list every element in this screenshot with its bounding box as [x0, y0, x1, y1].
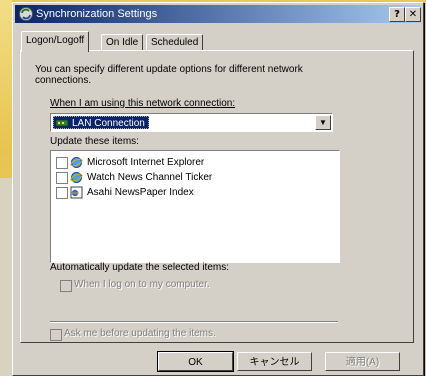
- ask-before-option[interactable]: Ask me before updating the items.: [50, 328, 250, 342]
- ok-button[interactable]: OK: [157, 351, 234, 372]
- item-label: Watch News Channel Ticker: [87, 172, 213, 183]
- tab-on-idle[interactable]: On Idle: [101, 34, 144, 51]
- intro-text-line1: You can specify different update options…: [35, 64, 303, 75]
- title-bar[interactable]: Synchronization Settings ? ✕: [15, 5, 421, 23]
- sync-icon: [19, 7, 33, 21]
- connection-value: LAN Connection: [72, 118, 145, 129]
- item-checkbox[interactable]: [56, 157, 68, 169]
- logon-update-option[interactable]: When I log on to my computer.: [60, 279, 260, 293]
- help-button[interactable]: ?: [389, 7, 405, 22]
- tab-scheduled[interactable]: Scheduled: [146, 34, 204, 51]
- separator: [50, 321, 338, 323]
- web-page-icon: [70, 186, 83, 199]
- tab-logon-logoff[interactable]: Logon/Logoff: [21, 31, 90, 52]
- intro-text-line2: connections.: [35, 75, 92, 86]
- close-button[interactable]: ✕: [405, 7, 421, 22]
- ask-before-checkbox[interactable]: [50, 329, 62, 341]
- item-checkbox[interactable]: [56, 187, 68, 199]
- ask-before-label: Ask me before updating the items.: [64, 328, 216, 339]
- synchronization-settings-dialog: Synchronization Settings ? ✕ Logon/Logof…: [12, 2, 424, 376]
- update-items-list[interactable]: Microsoft Internet Explorer Watch News C…: [50, 150, 340, 263]
- apply-button[interactable]: 適用(A): [325, 352, 400, 371]
- selected-connection: LAN Connection: [53, 116, 149, 129]
- item-label: Asahi NewsPaper Index: [87, 187, 194, 198]
- internet-explorer-icon: [70, 157, 83, 168]
- window-title: Synchronization Settings: [36, 8, 158, 20]
- network-connection-select[interactable]: LAN Connection ▼: [50, 113, 333, 132]
- logon-checkbox[interactable]: [60, 280, 72, 292]
- chevron-down-icon[interactable]: ▼: [315, 115, 331, 130]
- auto-update-label: Automatically update the selected items:: [50, 262, 229, 273]
- item-checkbox[interactable]: [56, 172, 68, 184]
- logon-option-label: When I log on to my computer.: [74, 279, 210, 290]
- connection-label: When I am using this network connection:: [50, 98, 236, 109]
- internet-explorer-icon: [70, 172, 83, 183]
- network-card-icon: [56, 119, 68, 127]
- item-label: Microsoft Internet Explorer: [87, 157, 205, 168]
- cancel-button[interactable]: キャンセル: [237, 352, 312, 371]
- update-items-label: Update these items:: [50, 136, 139, 147]
